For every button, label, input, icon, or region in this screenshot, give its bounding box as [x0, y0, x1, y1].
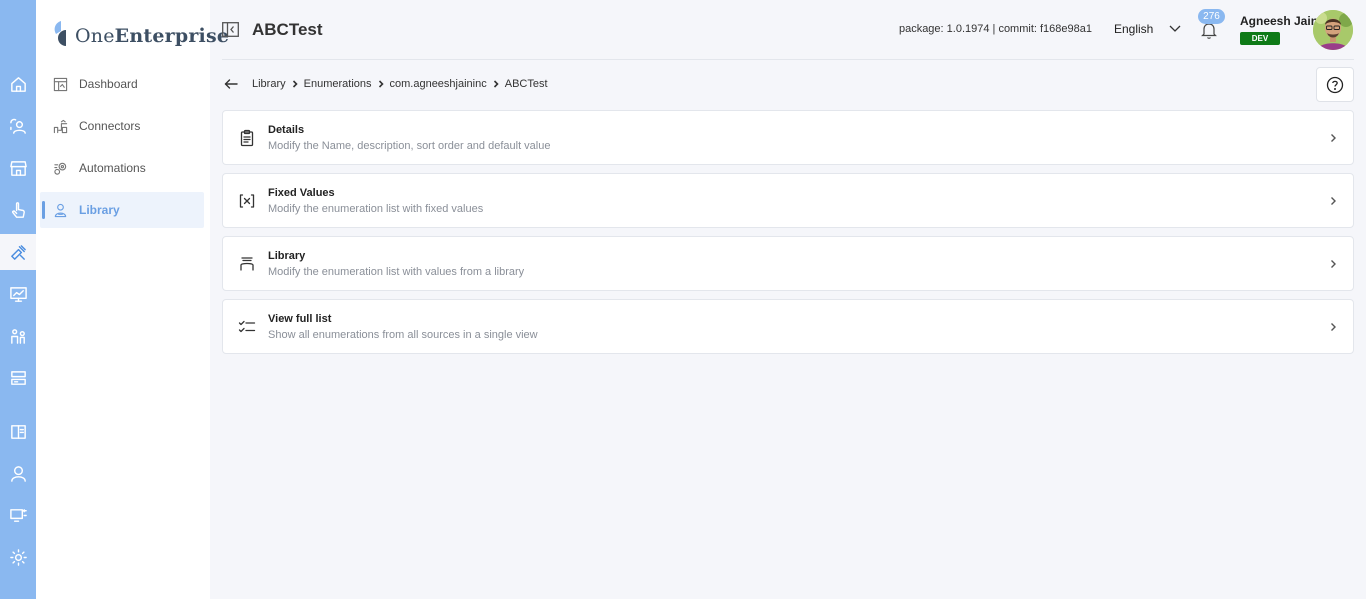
- rail-server[interactable]: [0, 360, 36, 396]
- book-icon: [10, 424, 26, 439]
- logo[interactable]: OneEnterprise: [52, 9, 229, 49]
- sidebar-item-label: Dashboard: [79, 77, 138, 91]
- tools-icon: [10, 244, 26, 260]
- avatar[interactable]: [1313, 10, 1353, 50]
- sidebar-item-library[interactable]: Library: [40, 192, 204, 228]
- card-description: Modify the enumeration list with fixed v…: [268, 203, 484, 215]
- store-icon: [9, 160, 27, 176]
- brand-suffix: Enterprise: [114, 25, 230, 47]
- checklist-icon: [237, 317, 257, 337]
- logo-text: OneEnterprise: [75, 27, 229, 49]
- chevron-right-icon: [1327, 194, 1339, 206]
- dashboard-icon: [53, 77, 68, 91]
- rail-tools[interactable]: [0, 234, 36, 270]
- card-details[interactable]: Details Modify the Name, description, so…: [222, 110, 1354, 165]
- library-icon: [54, 203, 67, 217]
- brand-prefix: One: [75, 25, 115, 47]
- people-icon: [10, 328, 25, 344]
- server-icon: [10, 370, 26, 385]
- library-list-icon: [237, 254, 257, 274]
- chevron-right-icon: [1327, 257, 1339, 269]
- sidebar-item-automations[interactable]: Automations: [40, 150, 204, 186]
- chevron-right-icon: [289, 78, 301, 90]
- rail-people[interactable]: [0, 318, 36, 354]
- sidebar-collapse-button[interactable]: [222, 22, 239, 37]
- package-info: package: 1.0.1974 | commit: f168e98a1: [898, 23, 1092, 35]
- help-icon: [1326, 76, 1344, 93]
- card-title: Details: [268, 124, 305, 136]
- card-description: Modify the Name, description, sort order…: [268, 140, 551, 152]
- chevron-right-icon: [490, 78, 502, 90]
- clipboard-icon: [237, 128, 257, 148]
- monitor-chart-icon: [9, 286, 27, 302]
- sidebar-item-label: Automations: [79, 161, 146, 175]
- rail-monitor-chart[interactable]: [0, 276, 36, 312]
- rail-book[interactable]: [0, 413, 36, 449]
- notification-count-badge: 276: [1198, 9, 1225, 24]
- automations-icon: [54, 162, 67, 175]
- rail-users-sync[interactable]: [0, 108, 36, 144]
- card-fixed-values[interactable]: Fixed Values Modify the enumeration list…: [222, 173, 1354, 228]
- logo-mark-icon: [52, 19, 74, 49]
- desktop-icon: [9, 508, 27, 522]
- rail-home[interactable]: [0, 66, 36, 102]
- card-description: Modify the enumeration list with values …: [268, 266, 525, 278]
- card-title: Fixed Values: [268, 187, 335, 199]
- rail-user-support[interactable]: [0, 455, 36, 491]
- icon-rail: [0, 0, 36, 599]
- rail-settings[interactable]: [0, 539, 36, 575]
- sidebar-item-label: Library: [79, 203, 120, 217]
- card-title: Library: [268, 250, 306, 262]
- rail-touch[interactable]: [0, 192, 36, 228]
- card-title: View full list: [268, 313, 332, 325]
- sidebar-item-connectors[interactable]: Connectors: [40, 108, 204, 144]
- card-library[interactable]: Library Modify the enumeration list with…: [222, 236, 1354, 291]
- settings-icon: [9, 548, 27, 566]
- rail-desktop[interactable]: [0, 497, 36, 533]
- help-button[interactable]: [1316, 67, 1354, 102]
- back-button[interactable]: [223, 76, 239, 92]
- home-icon: [10, 76, 26, 92]
- card-view-full-list[interactable]: View full list Show all enumerations fro…: [222, 299, 1354, 354]
- touch-icon: [11, 201, 25, 218]
- language-dropdown-toggle[interactable]: [1167, 20, 1183, 36]
- breadcrumb-library[interactable]: Library: [252, 78, 286, 90]
- breadcrumb-enumerations[interactable]: Enumerations: [304, 78, 372, 90]
- sidebar: OneEnterprise Dashboard Connectors Autom…: [36, 0, 229, 599]
- chevron-right-icon: [1327, 131, 1339, 143]
- header: ABCTest package: 1.0.1974 | commit: f168…: [222, 0, 1354, 60]
- user-name: Agneesh Jain: [1240, 14, 1319, 28]
- breadcrumb-namespace[interactable]: com.agneeshjaininc: [390, 78, 487, 90]
- chevron-down-icon: [1169, 25, 1181, 32]
- connectors-icon: [53, 119, 68, 133]
- arrow-left-icon: [224, 79, 238, 89]
- sidebar-item-dashboard[interactable]: Dashboard: [40, 66, 204, 102]
- collapse-sidebar-icon: [222, 22, 239, 37]
- rail-store[interactable]: [0, 150, 36, 186]
- user-support-icon: [10, 465, 26, 482]
- sidebar-item-label: Connectors: [79, 119, 141, 133]
- card-description: Show all enumerations from all sources i…: [268, 329, 538, 341]
- breadcrumb-current: ABCTest: [504, 78, 548, 90]
- users-sync-icon: [9, 118, 26, 134]
- chevron-right-icon: [1327, 320, 1339, 332]
- language-select[interactable]: English: [1114, 22, 1153, 36]
- page-title: ABCTest: [252, 20, 323, 39]
- env-badge: DEV: [1240, 32, 1280, 45]
- variable-icon: [237, 191, 257, 211]
- chevron-right-icon: [375, 78, 387, 90]
- breadcrumb: Library Enumerations com.agneeshjaininc …: [252, 78, 548, 90]
